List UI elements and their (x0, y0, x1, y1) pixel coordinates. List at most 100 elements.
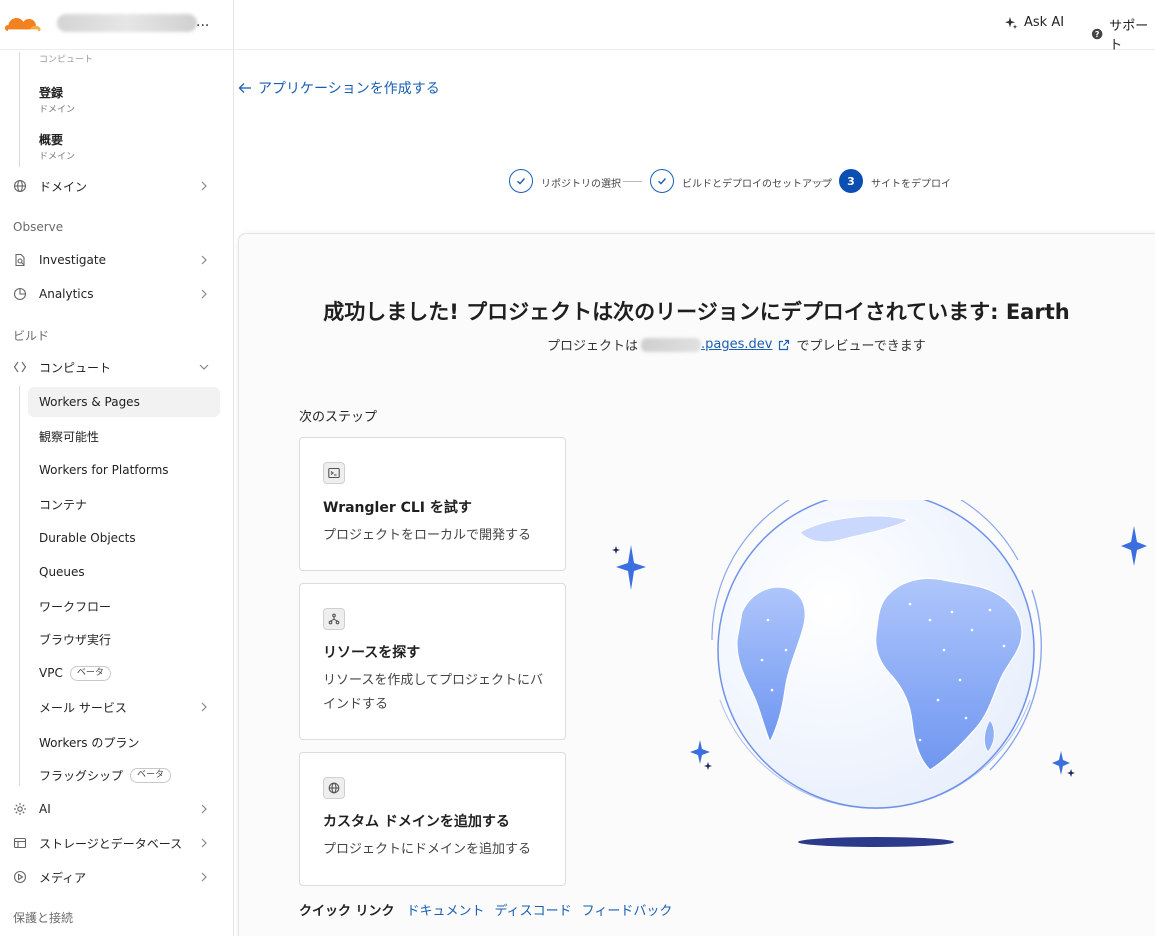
sidebar-header: ... (0, 0, 233, 50)
media-play-icon (13, 870, 27, 884)
beta-badge: ベータ (130, 767, 172, 783)
sidebar-item-compute[interactable]: コンピュート (0, 352, 233, 382)
svg-text:?: ? (1095, 30, 1100, 39)
sidebar-item-browser-rendering[interactable]: ブラウザ実行 (28, 624, 220, 654)
sidebar-item-label: 概要 (39, 133, 64, 147)
support-button[interactable]: ? サポート (1091, 15, 1155, 53)
chevron-right-icon (201, 181, 207, 191)
next-step-card-resources[interactable]: リソースを探す リソースを作成してプロジェクトにバインドする (299, 583, 566, 740)
beta-badge: ベータ (69, 665, 111, 681)
top-bar: Ask AI ? サポート (235, 0, 1155, 53)
sidebar-item-domain-overview[interactable]: 概要 ドメイン (39, 131, 75, 162)
sidebar-item-workers-pages[interactable]: Workers & Pages (28, 387, 220, 417)
terminal-icon (323, 462, 345, 484)
sidebar-item-containers[interactable]: コンテナ (28, 489, 220, 519)
chevron-right-icon (201, 872, 207, 882)
sidebar-item-investigate[interactable]: Investigate (0, 245, 233, 275)
next-step-title: リソースを探す (323, 645, 421, 661)
chevron-right-icon (201, 804, 207, 814)
ai-sparkle-icon (14, 803, 26, 815)
sidebar-item-label: Durable Objects (39, 531, 136, 545)
step-1-done (509, 169, 533, 193)
sidebar-item-workflows[interactable]: ワークフロー (28, 591, 220, 621)
sidebar-item-domains[interactable]: ドメイン (0, 171, 233, 201)
back-to-create-application-link[interactable]: アプリケーションを作成する (238, 78, 440, 98)
next-step-description: リソースを作成してプロジェクトにバインドする (323, 673, 543, 712)
check-icon (658, 178, 667, 185)
sidebar-item-media[interactable]: メディア (0, 862, 233, 892)
arrow-left-icon (238, 83, 251, 93)
sidebar-item-durable-objects[interactable]: Durable Objects (28, 523, 220, 553)
preview-prefix: プロジェクトは (547, 339, 639, 354)
sidebar: コンピュート 登録 ドメイン 概要 ドメイン ドメイン Observe Inve… (0, 0, 234, 936)
sidebar-item-vpc[interactable]: VPC ベータ (28, 658, 220, 688)
sidebar-item-observability[interactable]: 観察可能性 (28, 421, 220, 451)
account-name-redacted[interactable] (57, 14, 197, 32)
chevron-right-icon (201, 289, 207, 299)
step-3-label: サイトをデプロイ (871, 179, 951, 190)
sidebar-section-protect: 保護と接続 (13, 911, 74, 925)
resource-icon (323, 608, 345, 630)
sidebar-item-label: コンピュート (39, 360, 112, 375)
sidebar-item-label: ドメイン (39, 179, 88, 194)
investigate-icon (15, 253, 25, 267)
back-link-label: アプリケーションを作成する (258, 81, 440, 97)
sidebar-item-label: AI (39, 802, 51, 816)
sidebar-item-label: Queues (39, 565, 85, 579)
success-title: 成功しました! プロジェクトは次のリージョンにデプロイされています: Earth (323, 300, 1070, 324)
sidebar-item-email-service[interactable]: メール サービス (28, 692, 220, 722)
preview-suffix: でプレビューできます (796, 339, 926, 354)
quick-links: クイック リンク ドキュメント ディスコード フィードバック (299, 900, 672, 919)
sidebar-item-queues[interactable]: Queues (28, 557, 220, 587)
sidebar-item-label: コンテナ (39, 497, 88, 512)
ask-ai-button[interactable]: Ask AI (1004, 15, 1064, 30)
sidebar-item-flagship[interactable]: フラッグシップ ベータ (28, 760, 220, 790)
sidebar-item-storage-databases[interactable]: ストレージとデータベース (0, 828, 233, 858)
cloudflare-logo-icon[interactable] (4, 12, 42, 34)
step-connector (623, 181, 642, 182)
sidebar-item-label: メール サービス (39, 700, 127, 715)
sidebar-item-label: ブラウザ実行 (39, 632, 112, 647)
sidebar-item-ai[interactable]: AI (0, 794, 233, 824)
support-label: サポート (1109, 19, 1149, 53)
database-icon (13, 837, 27, 849)
preview-line: プロジェクトは .pages.dev でプレビューできます (547, 335, 926, 354)
step-connector (812, 181, 831, 182)
quick-links-label: クイック リンク (299, 904, 395, 919)
sidebar-item-label: Workers のプラン (39, 735, 140, 750)
quick-link-feedback[interactable]: フィードバック (582, 900, 673, 919)
sidebar-section-observe: Observe (13, 220, 64, 234)
next-step-title: カスタム ドメインを追加する (323, 814, 510, 830)
sidebar-item-label: メディア (39, 870, 87, 885)
quick-link-docs[interactable]: ドキュメント (407, 900, 485, 919)
globe-icon (323, 777, 345, 799)
external-link-icon[interactable] (778, 339, 790, 351)
chevron-right-icon (201, 702, 207, 712)
analytics-icon (13, 287, 27, 301)
sidebar-item-workers-for-platforms[interactable]: Workers for Platforms (28, 455, 220, 485)
earth-globe-illustration (612, 500, 1147, 847)
step-2-label: ビルドとデプロイのセットアップ (682, 179, 832, 190)
chevron-down-icon (199, 364, 209, 370)
sidebar-section-build: ビルド (13, 329, 50, 343)
sidebar-item-domain-register[interactable]: 登録 ドメイン (39, 84, 75, 115)
preview-domain: .pages.dev (701, 337, 773, 352)
quick-link-discord[interactable]: ディスコード (495, 900, 572, 919)
sidebar-children-line (19, 386, 20, 786)
sidebar-item-label: Investigate (39, 253, 106, 267)
next-step-title: Wrangler CLI を試す (323, 500, 472, 516)
sidebar-item-label: ストレージとデータベース (39, 836, 183, 851)
project-name-redacted (641, 337, 702, 352)
account-name-ellipsis: ... (196, 14, 210, 30)
sidebar-item-label: 観察可能性 (39, 429, 100, 444)
sidebar-item-label: 登録 (39, 86, 64, 100)
sidebar-item-sublabel: ドメイン (39, 105, 76, 115)
chevron-right-icon (201, 255, 207, 265)
sidebar-item-workers-plans[interactable]: Workers のプラン (28, 727, 220, 757)
step-1-label: リポジトリの選択 (541, 179, 621, 190)
next-step-card-wrangler[interactable]: Wrangler CLI を試す プロジェクトをローカルで開発する (299, 437, 566, 571)
next-step-description: プロジェクトにドメインを追加する (323, 842, 532, 857)
sidebar-item-analytics[interactable]: Analytics (0, 279, 233, 309)
next-step-card-custom-domain[interactable]: カスタム ドメインを追加する プロジェクトにドメインを追加する (299, 752, 566, 886)
preview-url-link[interactable]: .pages.dev (638, 337, 772, 352)
